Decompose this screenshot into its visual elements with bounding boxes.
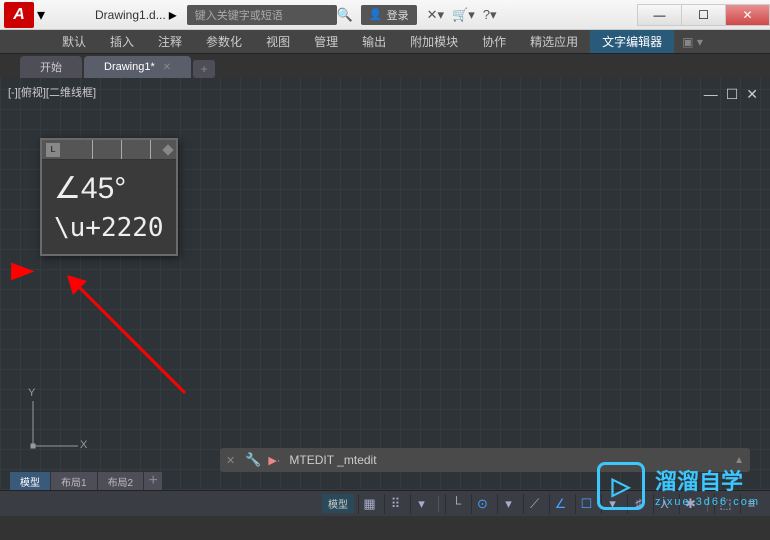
osnap-tracking-icon[interactable]: ☐ bbox=[575, 494, 597, 514]
ribbon-tabs: 默认 插入 注释 参数化 视图 管理 输出 附加模块 协作 精选应用 文字编辑器… bbox=[0, 30, 770, 54]
watermark-play-icon: ▷ bbox=[597, 462, 645, 510]
watermark-title: 溜溜自学 bbox=[655, 464, 760, 496]
ucs-x-label: X bbox=[80, 439, 87, 451]
cart-icon[interactable]: 🛒▾ bbox=[452, 7, 475, 23]
close-tab-icon[interactable]: ✕ bbox=[163, 62, 171, 73]
viewport-minimize-icon[interactable]: — bbox=[704, 86, 718, 103]
window-controls: — ☐ ✕ bbox=[638, 4, 770, 26]
titlebar: A ▾ Drawing1.d... ▸ 键入关键字或短语 🔍 👤 登录 ✕▾ 🛒… bbox=[0, 0, 770, 30]
tab-parametric[interactable]: 参数化 bbox=[194, 30, 254, 53]
user-icon: 👤 bbox=[369, 8, 383, 21]
help-icon[interactable]: ?▾ bbox=[483, 7, 497, 23]
app-logo[interactable]: A bbox=[4, 2, 34, 28]
text-line-1: ∠45° bbox=[54, 168, 164, 210]
file-tabs: 开始 Drawing1* ✕ + bbox=[0, 54, 770, 78]
ruler-ticks bbox=[64, 140, 160, 159]
watermark: ▷ 溜溜自学 zixue.3d66.com bbox=[597, 462, 760, 510]
ruler-indent-icon[interactable]: L bbox=[46, 143, 60, 157]
search-input[interactable]: 键入关键字或短语 bbox=[187, 5, 337, 25]
ucs-y-label: Y bbox=[28, 387, 35, 399]
ucs-icon: Y X bbox=[18, 391, 88, 464]
layout-tab-model[interactable]: 模型 bbox=[10, 472, 51, 490]
tab-featured[interactable]: 精选应用 bbox=[518, 30, 590, 53]
layout-tabs: 模型 布局1 布局2 + bbox=[10, 472, 162, 490]
annotation-arrow-1: ► bbox=[4, 254, 43, 288]
qat-dropdown-icon[interactable]: ▾ bbox=[37, 5, 45, 25]
text-line-2: \u+2220 bbox=[54, 210, 164, 246]
minimize-button[interactable]: — bbox=[637, 4, 682, 26]
layout-tab-2[interactable]: 布局2 bbox=[98, 472, 145, 490]
text-content[interactable]: ∠45° \u+2220 bbox=[42, 160, 176, 254]
grid-display-icon[interactable]: ▦ bbox=[358, 494, 380, 514]
login-label: 登录 bbox=[387, 7, 409, 23]
drawing-canvas[interactable]: [-][俯视][二维线框] — ☐ ✕ L ∠45° \u+2220 ► bbox=[0, 78, 770, 490]
snap-mode-icon[interactable]: ⠿ bbox=[384, 494, 406, 514]
filetab-label: Drawing1* bbox=[104, 61, 155, 73]
tab-insert[interactable]: 插入 bbox=[98, 30, 146, 53]
polar-icon[interactable]: ⊙ bbox=[471, 494, 493, 514]
close-button[interactable]: ✕ bbox=[725, 4, 770, 26]
ribbon-expand-icon[interactable]: ▣ ▾ bbox=[682, 35, 703, 49]
cmd-close-icon[interactable]: ✕ bbox=[220, 454, 241, 467]
tab-view[interactable]: 视图 bbox=[254, 30, 302, 53]
tab-output[interactable]: 输出 bbox=[350, 30, 398, 53]
tab-manage[interactable]: 管理 bbox=[302, 30, 350, 53]
layout-tab-1[interactable]: 布局1 bbox=[51, 472, 98, 490]
tab-default[interactable]: 默认 bbox=[50, 30, 98, 53]
tab-text-editor[interactable]: 文字编辑器 bbox=[590, 30, 674, 53]
cmd-wrench-icon[interactable]: 🔧 bbox=[241, 452, 265, 468]
filetab-drawing1[interactable]: Drawing1* ✕ bbox=[84, 56, 191, 78]
mtext-editor[interactable]: L ∠45° \u+2220 bbox=[40, 138, 178, 256]
tab-collaborate[interactable]: 协作 bbox=[470, 30, 518, 53]
add-tab-button[interactable]: + bbox=[193, 60, 215, 78]
cmd-logo-icon: ▶· bbox=[265, 451, 283, 469]
login-button[interactable]: 👤 登录 bbox=[361, 5, 417, 25]
search-icon[interactable]: 🔍 bbox=[337, 7, 353, 23]
osnap-icon[interactable]: ∠ bbox=[549, 494, 571, 514]
viewport-controls: — ☐ ✕ bbox=[704, 86, 758, 103]
annotation-arrow-2 bbox=[55, 263, 195, 403]
status-dropdown-2[interactable]: ▾ bbox=[497, 494, 519, 514]
ruler-tab-icon[interactable] bbox=[162, 144, 173, 155]
exchange-icon[interactable]: ✕▾ bbox=[427, 7, 444, 23]
layout-add-button[interactable]: + bbox=[144, 472, 162, 490]
search-placeholder: 键入关键字或短语 bbox=[195, 7, 283, 23]
tab-annotate[interactable]: 注释 bbox=[146, 30, 194, 53]
isodraft-icon[interactable]: ⟋ bbox=[523, 494, 545, 514]
view-label[interactable]: [-][俯视][二维线框] bbox=[8, 84, 96, 100]
ortho-icon[interactable]: └ bbox=[445, 494, 467, 514]
text-ruler[interactable]: L bbox=[42, 140, 176, 160]
viewport-restore-icon[interactable]: ☐ bbox=[726, 86, 739, 103]
filetab-start[interactable]: 开始 bbox=[20, 56, 82, 78]
viewport-close-icon[interactable]: ✕ bbox=[746, 86, 758, 103]
watermark-url: zixue.3d66.com bbox=[655, 496, 760, 508]
doc-dropdown-icon[interactable]: ▸ bbox=[169, 5, 177, 25]
status-dropdown-1[interactable]: ▾ bbox=[410, 494, 432, 514]
maximize-button[interactable]: ☐ bbox=[681, 4, 726, 26]
tab-addins[interactable]: 附加模块 bbox=[398, 30, 470, 53]
status-model-label[interactable]: 模型 bbox=[322, 494, 354, 513]
document-title: Drawing1.d... bbox=[95, 8, 166, 22]
